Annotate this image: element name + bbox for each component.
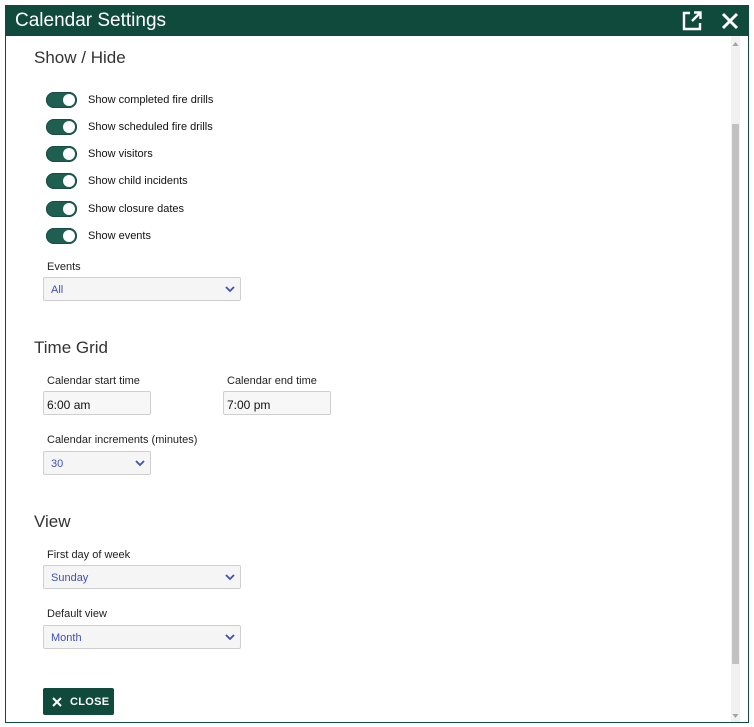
- toggle-switch[interactable]: [46, 228, 77, 244]
- end-time-label: Calendar end time: [227, 375, 317, 387]
- close-button[interactable]: CLOSE: [43, 688, 114, 715]
- default-view-label: Default view: [47, 608, 107, 620]
- default-view-select[interactable]: Month: [43, 625, 241, 649]
- chevron-down-icon: [225, 574, 235, 581]
- dialog-content: Show / Hide Show completed fire drills S…: [6, 36, 740, 722]
- start-time-input[interactable]: 6:00 am: [43, 391, 151, 415]
- increments-label: Calendar increments (minutes): [47, 434, 198, 446]
- events-label: Events: [47, 261, 81, 273]
- view-heading: View: [34, 512, 71, 531]
- toggle-row-child-incidents: Show child incidents: [46, 172, 188, 190]
- close-icon: [52, 696, 62, 707]
- vertical-scrollbar[interactable]: [731, 36, 740, 722]
- calendar-settings-dialog: Calendar Settings Show / Hide Show compl…: [5, 5, 749, 723]
- toggle-label: Show completed fire drills: [88, 94, 214, 106]
- toggle-switch[interactable]: [46, 173, 77, 189]
- dialog-title: Calendar Settings: [15, 10, 167, 31]
- scroll-down-arrow-icon[interactable]: [731, 710, 740, 722]
- first-day-select-value: Sunday: [51, 572, 89, 584]
- chevron-down-icon: [135, 460, 145, 467]
- toggle-label: Show visitors: [88, 148, 153, 160]
- first-day-label: First day of week: [47, 549, 131, 561]
- show-hide-heading: Show / Hide: [34, 48, 126, 67]
- toggle-row-scheduled-fire-drills: Show scheduled fire drills: [46, 118, 213, 136]
- first-day-select[interactable]: Sunday: [43, 565, 241, 589]
- events-select[interactable]: All: [43, 277, 241, 301]
- chevron-down-icon: [225, 286, 235, 293]
- close-button-label: CLOSE: [70, 695, 110, 708]
- close-icon: [721, 12, 739, 30]
- end-time-value: 7:00 pm: [227, 398, 271, 412]
- close-window-button[interactable]: [719, 10, 741, 32]
- toggle-row-completed-fire-drills: Show completed fire drills: [46, 91, 213, 109]
- toggle-label: Show events: [88, 230, 151, 242]
- end-time-input[interactable]: 7:00 pm: [223, 391, 331, 415]
- events-select-value: All: [51, 284, 64, 296]
- time-grid-heading: Time Grid: [34, 338, 108, 357]
- external-link-icon: [682, 11, 702, 31]
- toggle-label: Show closure dates: [88, 203, 184, 215]
- scroll-up-arrow-icon[interactable]: [731, 38, 740, 50]
- toggle-switch[interactable]: [46, 92, 77, 108]
- toggle-switch[interactable]: [46, 119, 77, 135]
- scrollbar-thumb[interactable]: [732, 124, 739, 664]
- popout-button[interactable]: [681, 10, 703, 32]
- increments-select[interactable]: 30: [43, 451, 151, 475]
- toggle-switch[interactable]: [46, 201, 77, 217]
- toggle-row-closure-dates: Show closure dates: [46, 200, 184, 218]
- start-time-label: Calendar start time: [47, 375, 140, 387]
- toggle-row-visitors: Show visitors: [46, 145, 153, 163]
- toggle-row-events: Show events: [46, 227, 151, 245]
- chevron-down-icon: [225, 634, 235, 641]
- toggle-switch[interactable]: [46, 146, 77, 162]
- toggle-label: Show child incidents: [88, 175, 188, 187]
- start-time-value: 6:00 am: [47, 398, 91, 412]
- toggle-label: Show scheduled fire drills: [88, 121, 213, 133]
- default-view-select-value: Month: [51, 632, 82, 644]
- increments-select-value: 30: [51, 458, 64, 470]
- dialog-titlebar: Calendar Settings: [6, 6, 748, 36]
